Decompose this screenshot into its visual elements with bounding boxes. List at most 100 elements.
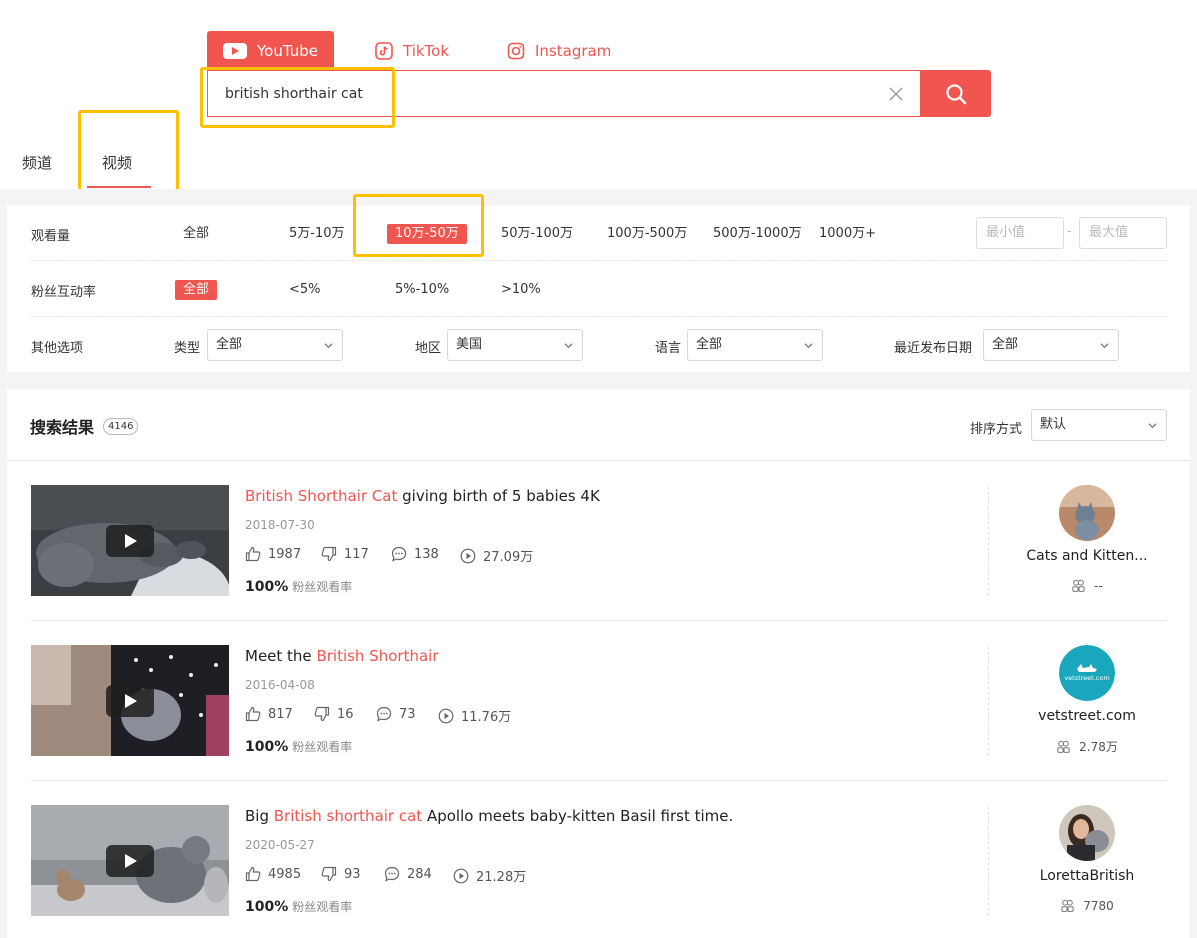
video-title[interactable]: Meet the British Shorthair <box>245 647 439 665</box>
dislikes-count: 16 <box>337 706 354 722</box>
search-box <box>207 70 921 117</box>
comments-stat: 284 <box>384 866 432 882</box>
views-option-100k-500k[interactable]: 10万-50万 <box>387 224 467 244</box>
clear-icon[interactable] <box>887 85 905 103</box>
channel-avatar-image <box>1059 485 1115 541</box>
dislikes-count: 117 <box>344 546 369 562</box>
video-thumbnail[interactable] <box>31 805 229 916</box>
engagement-option-lt5[interactable]: <5% <box>289 280 321 300</box>
views-option-500k-1m[interactable]: 50万-100万 <box>501 224 573 244</box>
tab-youtube-label: YouTube <box>257 42 318 60</box>
tab-tiktok-label: TikTok <box>403 42 450 60</box>
play-icon <box>106 845 154 877</box>
region-select[interactable]: 美国 <box>447 329 583 361</box>
channel-avatar[interactable] <box>1059 485 1115 541</box>
chevron-down-icon <box>324 343 333 349</box>
region-select-label: 地区 <box>415 341 442 356</box>
language-select[interactable]: 全部 <box>687 329 823 361</box>
results-count-badge: 4146 <box>103 418 139 435</box>
fan-view-rate-label: 粉丝观看率 <box>292 900 353 914</box>
sort-label: 排序方式 <box>970 422 1023 437</box>
item-divider <box>988 806 989 916</box>
tab-instagram-label: Instagram <box>535 42 612 60</box>
views-count: 27.09万 <box>483 550 534 565</box>
comment-icon <box>376 706 392 722</box>
video-title-rest: Apollo meets baby-kitten Basil first tim… <box>422 807 734 825</box>
fan-view-rate-label: 粉丝观看率 <box>292 580 353 594</box>
chevron-down-icon <box>1100 343 1109 349</box>
tab-channels[interactable]: 频道 <box>22 152 52 173</box>
publish-date-select[interactable]: 全部 <box>983 329 1119 361</box>
comments-count: 138 <box>414 546 439 562</box>
language-select-value: 全部 <box>696 337 723 352</box>
views-option-all[interactable]: 全部 <box>183 224 209 244</box>
engagement-option-gt10[interactable]: >10% <box>501 280 541 300</box>
search-input[interactable] <box>208 73 848 114</box>
comments-stat: 138 <box>391 546 439 562</box>
video-title[interactable]: Big British shorthair cat Apollo meets b… <box>245 807 733 825</box>
views-option-10m-plus[interactable]: 1000万+ <box>819 224 876 244</box>
channel-avatar[interactable] <box>1059 805 1115 861</box>
views-max-input[interactable]: 最大值 <box>1079 217 1167 249</box>
views-min-input[interactable]: 最小值 <box>976 217 1064 249</box>
thumbs-down-icon <box>314 706 330 722</box>
publish-date-select-label: 最近发布日期 <box>894 341 973 356</box>
video-date: 2018-07-30 <box>245 518 315 532</box>
type-select-label: 类型 <box>174 341 201 356</box>
fan-view-rate: 100% 粉丝观看率 <box>245 578 352 595</box>
search-button[interactable] <box>920 70 991 117</box>
views-option-50k-100k[interactable]: 5万-10万 <box>289 224 345 244</box>
results-title: 搜索结果 <box>30 418 95 437</box>
type-select[interactable]: 全部 <box>207 329 343 361</box>
type-select-value: 全部 <box>216 337 243 352</box>
views-stat: 11.76万 <box>438 706 511 725</box>
tab-videos[interactable]: 视频 <box>102 152 132 173</box>
video-title[interactable]: British Shorthair Cat giving birth of 5 … <box>245 487 600 505</box>
item-separator <box>31 780 1166 781</box>
channel-name[interactable]: vetstreet.com <box>1007 708 1167 724</box>
engagement-option-5-10[interactable]: 5%-10% <box>395 280 449 300</box>
likes-count: 1987 <box>268 546 302 562</box>
channel-name[interactable]: Cats and Kitten... <box>1007 548 1167 564</box>
video-title-prefix: Meet the <box>245 647 317 665</box>
thumbs-down-icon <box>321 546 337 562</box>
item-divider <box>988 646 989 756</box>
video-thumbnail[interactable] <box>31 485 229 596</box>
channel-subscribers: -- <box>1007 578 1167 593</box>
play-circle-icon <box>453 868 469 883</box>
channel-subscribers: 2.78万 <box>1007 738 1167 755</box>
thumbs-up-icon <box>245 546 261 562</box>
thumbs-up-icon <box>245 706 261 722</box>
range-separator: - <box>1067 224 1072 239</box>
channel-name[interactable]: LorettaBritish <box>1007 868 1167 884</box>
views-count: 11.76万 <box>461 710 512 725</box>
tab-tiktok[interactable]: TikTok <box>375 31 449 71</box>
channel-avatar-image <box>1059 805 1115 861</box>
filter-divider <box>31 260 1166 261</box>
engagement-option-all[interactable]: 全部 <box>175 280 218 300</box>
channel-avatar[interactable]: vetstreet.com <box>1059 645 1115 701</box>
language-select-label: 语言 <box>655 341 682 356</box>
sort-select[interactable]: 默认 <box>1031 409 1167 441</box>
thumbs-down-icon <box>321 866 337 882</box>
views-option-5m-10m[interactable]: 500万-1000万 <box>713 224 802 244</box>
comments-stat: 73 <box>376 706 416 722</box>
vetstreet-logo-text: vetstreet.com <box>1064 674 1109 682</box>
engagement-filter-label: 粉丝互动率 <box>31 285 97 300</box>
video-date: 2020-05-27 <box>245 838 315 852</box>
subscribers-icon <box>1061 899 1074 912</box>
youtube-icon <box>223 43 247 59</box>
tab-instagram[interactable]: Instagram <box>507 31 611 71</box>
play-icon <box>106 525 154 557</box>
views-stat: 27.09万 <box>460 546 533 565</box>
dislikes-count: 93 <box>344 866 361 882</box>
views-option-1m-5m[interactable]: 100万-500万 <box>607 224 687 244</box>
results-header-divider <box>7 460 1190 461</box>
fan-view-rate-value: 100% <box>245 739 289 755</box>
tab-youtube[interactable]: YouTube <box>207 31 334 71</box>
views-count: 21.28万 <box>476 870 527 885</box>
video-thumbnail[interactable] <box>31 645 229 756</box>
views-filter-label: 观看量 <box>31 229 71 244</box>
likes-stat: 1987 <box>245 546 301 562</box>
fan-view-rate: 100% 粉丝观看率 <box>245 738 352 755</box>
